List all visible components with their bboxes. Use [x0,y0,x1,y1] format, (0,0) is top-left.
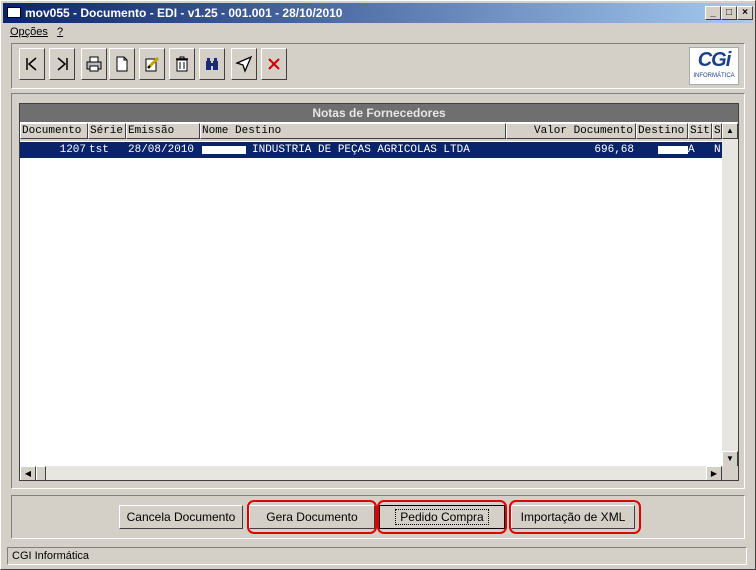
print-icon [86,56,102,72]
scroll-up-icon[interactable]: ▲ [722,123,738,139]
scroll-left-icon[interactable]: ◀ [20,466,36,480]
edit-button[interactable] [139,48,165,80]
column-nome-destino[interactable]: Nome Destino [200,123,506,139]
redacted-destino [658,146,688,154]
grid-title: Notas de Fornecedores [20,104,738,122]
scroll-corner [722,466,738,480]
app-window: mov055 - Documento - EDI - v1.25 - 001.0… [0,0,756,570]
column-serie[interactable]: Série [88,123,126,139]
print-button[interactable] [81,48,107,80]
menu-opcoes[interactable]: Opções [10,26,48,38]
cgi-logo: CGi INFORMÁTICA [689,47,739,85]
filter-icon [235,55,253,73]
pedido-compra-label: Pedido Compra [395,509,489,525]
cell-s: N [714,144,721,156]
gera-documento-button[interactable]: Gera Documento [249,505,375,529]
last-record-button[interactable] [49,48,75,80]
scroll-right-icon[interactable]: ▶ [706,466,722,480]
column-destino[interactable]: Destino [636,123,688,139]
vertical-scrollbar[interactable]: ▲ ▼ [722,123,738,467]
search-button[interactable] [199,48,225,80]
title-bar[interactable]: mov055 - Documento - EDI - v1.25 - 001.0… [3,3,753,23]
last-record-icon [57,57,68,71]
app-icon [7,7,21,18]
grid-header: Documento Série Emissão Nome Destino Val… [20,123,722,141]
column-s[interactable]: S [712,123,722,139]
new-document-icon [116,56,128,72]
minimize-button[interactable]: _ [705,6,721,20]
cell-sit: A [688,144,695,156]
menu-help[interactable]: ? [57,26,63,38]
cancel-button[interactable] [261,48,287,80]
logo-subtitle: INFORMÁTICA [693,73,735,79]
menu-bar: Opções ? [3,23,753,41]
cancela-documento-button[interactable]: Cancela Documento [119,505,243,529]
cell-documento: 1207 [59,144,86,156]
column-documento[interactable]: Documento [20,123,88,139]
scroll-down-icon[interactable]: ▼ [722,451,738,467]
cell-nome-destino: INDUSTRIA DE PEÇAS AGRICOLAS LTDA [252,144,470,156]
new-document-button[interactable] [109,48,135,80]
scroll-thumb[interactable] [36,466,46,480]
cell-emissao: 28/08/2010 [128,144,195,156]
close-x-icon [268,58,280,70]
cell-serie: tst [89,144,109,156]
maximize-button[interactable]: □ [721,6,737,20]
pedido-compra-button[interactable]: Pedido Compra [379,505,505,529]
edit-icon [145,56,160,72]
horizontal-scrollbar[interactable]: ◀ ▶ [20,466,722,480]
close-button[interactable]: × [737,6,753,20]
delete-button[interactable] [169,48,195,80]
binoculars-icon [206,58,218,70]
column-valor-documento[interactable]: Valor Documento [506,123,636,139]
table-row[interactable]: 1207 tst 28/08/2010 INDUSTRIA DE PEÇAS A… [20,142,722,158]
first-record-icon [26,57,37,71]
status-bar: CGI Informática [7,547,747,565]
filter-button[interactable] [231,48,257,80]
first-record-button[interactable] [19,48,45,80]
importacao-xml-button[interactable]: Importação de XML [511,505,635,529]
cell-valor: 696,68 [594,144,634,156]
documents-grid[interactable]: Notas de Fornecedores Documento Série Em… [19,103,739,481]
redacted-code [202,146,246,154]
column-emissao[interactable]: Emissão [126,123,200,139]
logo-brand: CGi [697,49,732,71]
delete-icon [176,56,188,72]
window-title: mov055 - Documento - EDI - v1.25 - 001.0… [25,6,343,20]
column-sit[interactable]: Sit [688,123,712,139]
